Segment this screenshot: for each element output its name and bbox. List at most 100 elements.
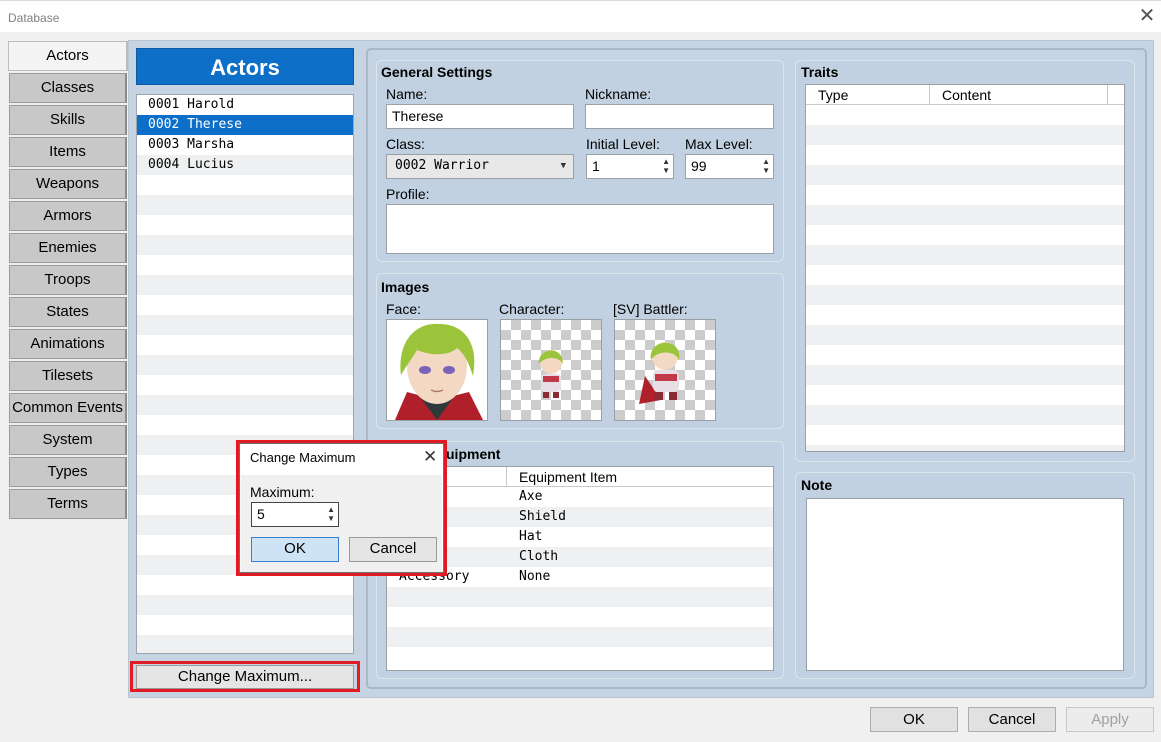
tab-items[interactable]: Items [9,137,127,167]
class-select[interactable]: 0002 Warrior ▼ [386,154,574,179]
tab-troops[interactable]: Troops [9,265,127,295]
tab-actors[interactable]: Actors [8,41,128,71]
spin-arrows-icon[interactable]: ▲ ▼ [327,505,335,523]
profile-textarea[interactable] [386,204,774,254]
note-textarea[interactable] [806,498,1124,671]
battler-label: [SV] Battler: [613,301,688,317]
table-row[interactable] [806,165,1124,185]
name-input[interactable]: Therese [386,104,574,129]
list-item[interactable] [137,615,353,635]
table-row[interactable] [387,627,773,647]
table-row[interactable] [387,587,773,607]
col-type-header: Type [806,85,930,105]
traits-table-header: Type Content [806,85,1124,105]
character-image[interactable] [500,319,602,421]
maximum-stepper[interactable]: 5 ▲ ▼ [251,502,339,527]
table-row[interactable] [806,385,1124,405]
list-item[interactable]: 0004 Lucius [137,155,353,175]
maximum-label: Maximum: [250,484,315,500]
list-item[interactable] [137,335,353,355]
list-item[interactable] [137,195,353,215]
class-select-value: 0002 Warrior [395,158,489,173]
table-row[interactable] [806,205,1124,225]
equipment-title: uipment [446,446,501,462]
traits-table[interactable]: Type Content [805,84,1125,452]
tab-terms[interactable]: Terms [9,489,127,519]
list-item[interactable]: 0003 Marsha [137,135,353,155]
list-item-selected[interactable]: 0002 Therese [137,115,353,135]
list-item[interactable] [137,215,353,235]
initial-level-stepper[interactable]: 1 ▲ ▼ [586,154,674,179]
tab-classes[interactable]: Classes [9,73,127,103]
change-maximum-button[interactable]: Change Maximum... [136,665,354,689]
table-row[interactable] [806,425,1124,445]
tab-system[interactable]: System [9,425,127,455]
list-item[interactable]: 0001 Harold [137,95,353,115]
general-settings-title: General Settings [381,64,493,80]
tab-animations[interactable]: Animations [9,329,127,359]
list-item[interactable] [137,275,353,295]
table-row[interactable] [806,405,1124,425]
table-row[interactable] [806,185,1124,205]
dialog-title: Change Maximum [250,450,356,465]
table-row[interactable] [806,245,1124,265]
apply-button[interactable]: Apply [1066,707,1154,732]
window-title: Database [8,11,60,25]
table-row[interactable] [806,445,1124,451]
tab-weapons[interactable]: Weapons [9,169,127,199]
list-item[interactable] [137,375,353,395]
spin-arrows-icon[interactable]: ▲ ▼ [762,157,770,175]
table-row[interactable] [806,325,1124,345]
max-level-value: 99 [691,158,707,174]
close-icon[interactable]: ✕ [1136,5,1158,27]
character-label: Character: [499,301,565,317]
tab-common-events[interactable]: Common Events [9,393,127,423]
table-row[interactable] [387,647,773,667]
tab-types[interactable]: Types [9,457,127,487]
table-row[interactable] [806,265,1124,285]
face-image[interactable] [386,319,488,421]
face-portrait-icon [387,320,487,420]
dialog-cancel-button[interactable]: Cancel [349,537,437,562]
list-item[interactable] [137,315,353,335]
list-item[interactable] [137,575,353,595]
table-row[interactable] [387,607,773,627]
list-item[interactable] [137,255,353,275]
nickname-input[interactable] [585,104,774,129]
close-icon[interactable]: ✕ [423,447,437,467]
table-row[interactable] [806,145,1124,165]
initial-level-value: 1 [592,158,600,174]
tab-skills[interactable]: Skills [9,105,127,135]
spin-arrows-icon[interactable]: ▲ ▼ [662,157,670,175]
max-level-stepper[interactable]: 99 ▲ ▼ [685,154,774,179]
table-row[interactable] [806,225,1124,245]
list-item[interactable] [137,595,353,615]
tab-enemies[interactable]: Enemies [9,233,127,263]
tab-states[interactable]: States [9,297,127,327]
maximum-value: 5 [257,506,265,522]
ok-button[interactable]: OK [870,707,958,732]
table-row[interactable] [806,305,1124,325]
profile-label: Profile: [386,186,430,202]
character-sprite-icon [538,350,563,398]
list-item[interactable] [137,635,353,653]
list-item[interactable] [137,175,353,195]
traits-rows [806,105,1124,451]
battler-sprite-icon [639,342,680,404]
list-item[interactable] [137,235,353,255]
table-row[interactable] [806,365,1124,385]
cancel-button[interactable]: Cancel [968,707,1056,732]
list-item[interactable] [137,415,353,435]
tab-armors[interactable]: Armors [9,201,127,231]
table-row[interactable] [806,105,1124,125]
table-row[interactable] [806,125,1124,145]
table-row[interactable] [806,345,1124,365]
title-bar: Database ✕ [0,0,1161,32]
dialog-ok-button[interactable]: OK [251,537,339,562]
list-item[interactable] [137,395,353,415]
battler-image[interactable] [614,319,716,421]
list-item[interactable] [137,295,353,315]
tab-tilesets[interactable]: Tilesets [9,361,127,391]
list-item[interactable] [137,355,353,375]
table-row[interactable] [806,285,1124,305]
